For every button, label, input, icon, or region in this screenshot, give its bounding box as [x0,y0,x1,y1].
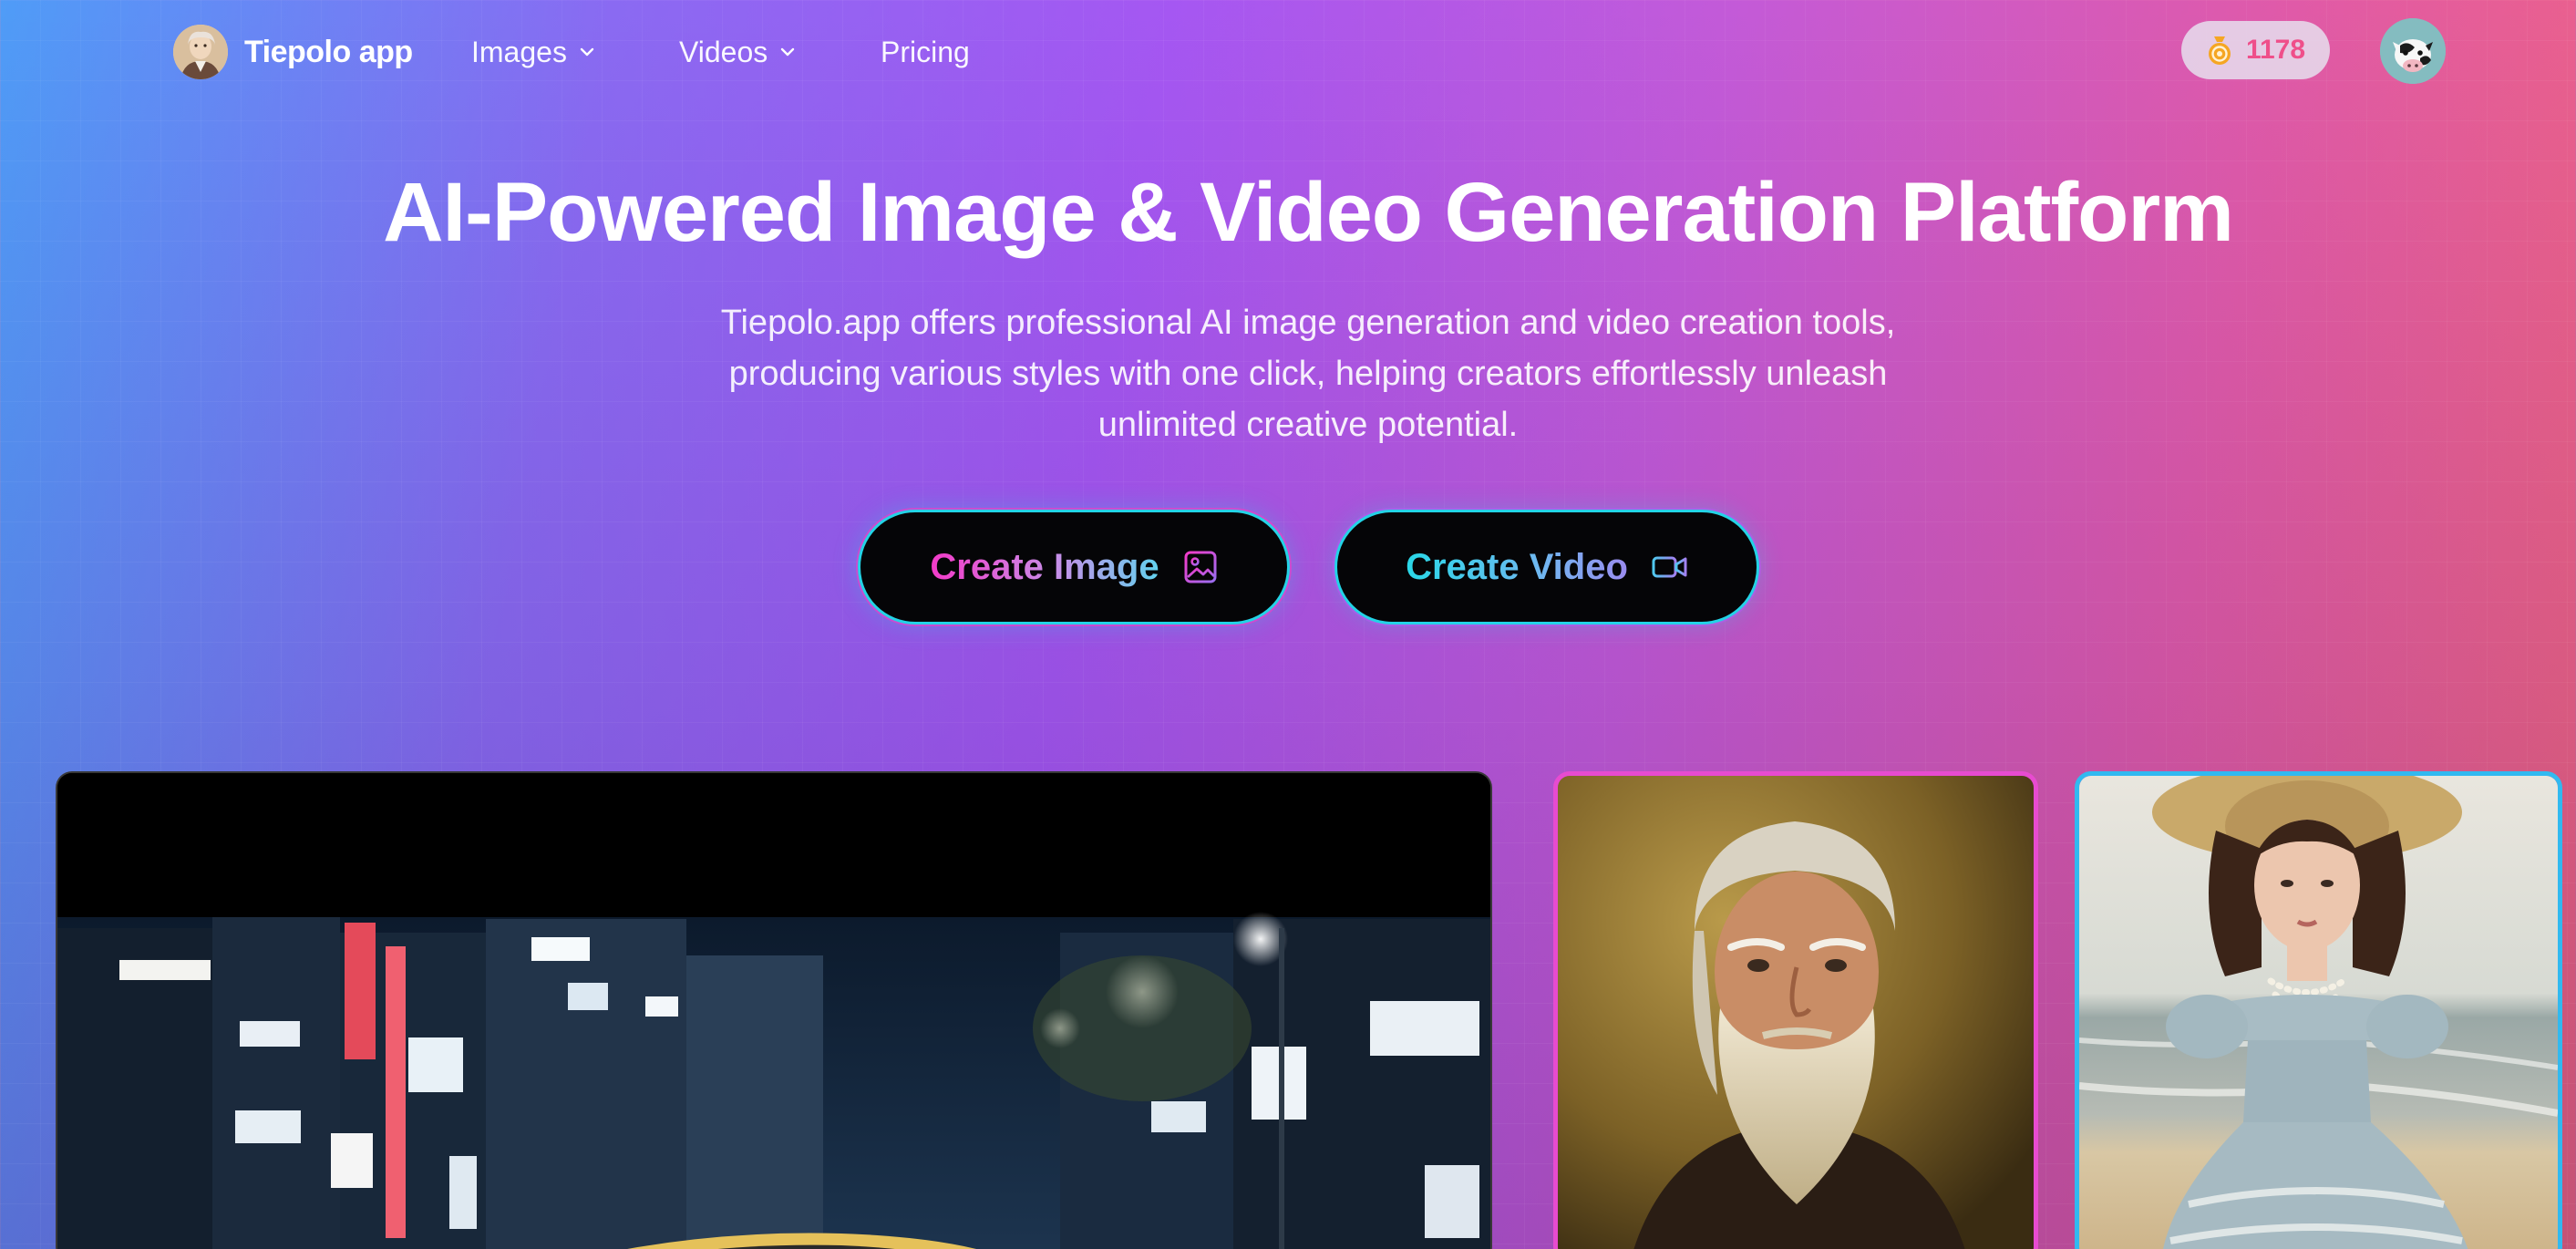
create-image-button[interactable]: Create Image [858,510,1290,624]
showcase-image-card-old-man[interactable] [1553,771,2038,1249]
credits-count: 1178 [2245,35,2306,65]
hero-subtitle: Tiepolo.app offers professional AI image… [720,304,1896,444]
showcase-image-card-beach-woman[interactable] [2075,771,2562,1249]
nav-item-videos-label: Videos [679,35,768,68]
brand-name: Tiepolo app [244,34,413,69]
credits-badge[interactable]: 1178 [2181,21,2330,79]
user-avatar[interactable] [2380,18,2446,84]
chevron-down-icon [580,47,594,57]
nav-item-videos[interactable]: Videos [679,31,797,73]
brand-link[interactable]: Tiepolo app [173,22,413,82]
night-city-street-video-thumbnail [57,773,1490,1249]
nav-item-pricing-label: Pricing [881,35,970,68]
brand-logo-icon [173,25,228,79]
chevron-down-icon [781,47,795,57]
top-navigation: Tiepolo app Images Videos Pricing 1178 [0,0,2576,104]
showcase-video-card[interactable] [56,771,1492,1249]
create-video-button[interactable]: Create Video [1334,510,1759,624]
woman-in-dress-at-beach-image [2079,776,2558,1249]
coin-icon [2208,36,2231,65]
image-icon [1184,551,1217,583]
create-video-label: Create Video [1406,546,1628,587]
bearded-old-man-portrait-image [1558,776,2034,1249]
nav-item-pricing[interactable]: Pricing [881,31,970,73]
hero-title: AI-Powered Image & Video Generation Plat… [383,166,2234,259]
nav-item-images[interactable]: Images [471,31,596,73]
cow-avatar-icon [2380,18,2446,84]
nav-item-images-label: Images [471,35,567,68]
video-camera-icon [1652,556,1687,578]
create-image-label: Create Image [930,546,1159,587]
